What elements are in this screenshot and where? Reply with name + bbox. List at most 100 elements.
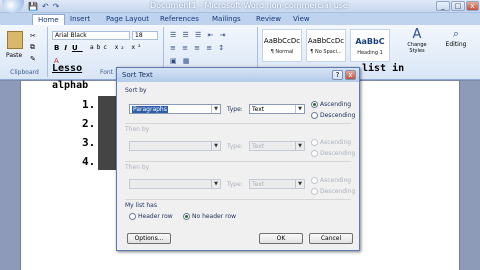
then-by-ascending-radio-2[interactable] [311, 177, 318, 184]
chevron-down-icon: ▼ [211, 142, 220, 150]
sort-by-label: Sort by [125, 87, 147, 94]
then-by-select-1[interactable]: ▼ [129, 141, 221, 151]
style-heading-1[interactable]: AaBbC Heading 1 [350, 29, 390, 62]
style-normal-preview: AaBbCcDc [263, 37, 301, 45]
divider [125, 161, 351, 162]
font-name-box[interactable]: Arial Black [52, 31, 130, 40]
strikethrough-icon[interactable]: abc x₂ x² [90, 44, 144, 51]
title-bar: 💾↶↷ Document1 - Microsoft Word non-comme… [0, 0, 480, 13]
tab-references[interactable]: References [160, 15, 199, 23]
tab-home[interactable]: Home [32, 14, 65, 25]
help-icon[interactable]: ? [332, 70, 343, 80]
change-styles-icon: A [412, 27, 422, 42]
descending-label: Descending [320, 112, 356, 119]
document-heading-line1: Lesso [52, 63, 83, 74]
divider [125, 199, 351, 200]
then-by-type-value-2: Text [252, 181, 265, 188]
then-by-type-value-1: Text [252, 143, 265, 150]
my-list-has-label: My list has [125, 202, 157, 209]
list-number-1: 1. [82, 98, 96, 111]
align-icons[interactable]: ≡ ≡ ≡ ≡ ↕ [170, 44, 226, 52]
editing-button[interactable]: ⌕ Editing [436, 27, 476, 77]
then-by-ascending-label-2: Ascending [320, 177, 352, 184]
then-by-descending-radio-1[interactable] [311, 150, 318, 157]
ascending-radio[interactable] [311, 101, 318, 108]
then-by-label-1: Then by [125, 126, 150, 133]
dialog-close-button[interactable]: x [345, 70, 356, 80]
copy-icon[interactable]: ⧉ [30, 43, 35, 52]
ribbon-tabs: Home Insert Page Layout References Maili… [0, 13, 480, 25]
chevron-down-icon: ▼ [295, 105, 304, 113]
then-by-type-label-2: Type: [227, 181, 243, 188]
tab-page-layout[interactable]: Page Layout [106, 15, 149, 23]
close-window-button[interactable]: x [466, 1, 479, 11]
then-by-ascending-radio-1[interactable] [311, 139, 318, 146]
style-no-spacing-label: ¶ No Spaci... [310, 49, 342, 55]
header-row-radio[interactable] [129, 213, 136, 220]
then-by-select-2[interactable]: ▼ [129, 179, 221, 189]
list-number-2: 2. [82, 117, 96, 130]
no-header-row-label: No header row [192, 213, 237, 220]
sort-text-dialog: Sort Text ? x Sort by Paragraphs ▼ Type:… [116, 67, 360, 251]
style-normal-label: ¶ Normal [270, 49, 294, 55]
then-by-type-select-2[interactable]: Text ▼ [249, 179, 305, 189]
clipboard-group-label: Clipboard [10, 69, 39, 76]
change-styles-label: Change Styles [407, 42, 427, 54]
font-size-box[interactable]: 18 [132, 31, 158, 40]
cut-icon[interactable]: ✂ [30, 32, 36, 40]
dialog-title: Sort Text [122, 71, 153, 79]
then-by-label-2: Then by [125, 164, 150, 171]
header-row-label: Header row [138, 213, 173, 220]
then-by-ascending-label-1: Ascending [320, 139, 352, 146]
sort-by-value: Paragraphs [132, 106, 168, 113]
style-normal[interactable]: AaBbCcDc ¶ Normal [262, 29, 302, 62]
then-by-type-select-1[interactable]: Text ▼ [249, 141, 305, 151]
clipboard-group: Paste ✂ ⧉ ✎ Clipboard [2, 27, 48, 77]
window-title: Document1 - Microsoft Word non-commercia… [150, 1, 348, 10]
quick-access-toolbar[interactable]: 💾↶↷ [28, 2, 63, 11]
tab-view[interactable]: View [293, 15, 310, 23]
style-no-spacing-preview: AaBbCcDc [307, 37, 345, 45]
document-heading-line2: alphab [52, 80, 89, 91]
list-number-3: 3. [82, 136, 96, 149]
maximize-button[interactable]: □ [451, 1, 465, 11]
format-painter-icon[interactable]: ✎ [30, 55, 36, 63]
sort-by-type-select[interactable]: Text ▼ [249, 104, 305, 114]
tab-insert[interactable]: Insert [70, 15, 90, 23]
editing-label: Editing [445, 41, 467, 48]
office-button[interactable] [2, 0, 24, 13]
then-by-descending-label-2: Descending [320, 188, 356, 195]
list-number-4: 4. [82, 155, 96, 168]
style-no-spacing[interactable]: AaBbCcDc ¶ No Spaci... [306, 29, 346, 62]
style-heading-preview: AaBbC [355, 37, 385, 46]
binoculars-icon: ⌕ [452, 27, 460, 40]
bullets-icon[interactable]: ☰ ☰ ☰ ⇤ ⇥ [170, 31, 227, 39]
dialog-title-bar[interactable]: Sort Text ? x [117, 68, 359, 82]
ascending-label: Ascending [320, 101, 352, 108]
tab-mailings[interactable]: Mailings [212, 15, 241, 23]
document-heading-line1-tail: list in [362, 63, 405, 74]
shading-icon[interactable]: ▣ ▦ [170, 57, 191, 65]
sort-by-select[interactable]: Paragraphs ▼ [129, 104, 221, 114]
sort-by-type-value: Text [252, 106, 265, 113]
then-by-descending-radio-2[interactable] [311, 188, 318, 195]
options-button[interactable]: Options... [127, 233, 171, 244]
paste-button[interactable]: Paste [6, 52, 22, 59]
then-by-type-label-1: Type: [227, 143, 243, 150]
tab-review[interactable]: Review [256, 15, 281, 23]
minimize-button[interactable]: _ [436, 1, 450, 11]
bold-italic-underline-icons[interactable]: BIU [54, 44, 83, 52]
style-heading-label: Heading 1 [357, 50, 383, 56]
descending-radio[interactable] [311, 112, 318, 119]
chevron-down-icon: ▼ [295, 180, 304, 188]
change-styles-button[interactable]: A Change Styles [402, 27, 432, 77]
selected-text-highlight [98, 96, 118, 170]
paste-icon[interactable] [7, 31, 23, 49]
divider [125, 123, 351, 124]
cancel-button[interactable]: Cancel [309, 233, 353, 244]
chevron-down-icon: ▼ [211, 180, 220, 188]
no-header-row-radio[interactable] [183, 213, 190, 220]
ok-button[interactable]: OK [259, 233, 303, 244]
chevron-down-icon: ▼ [295, 142, 304, 150]
then-by-descending-label-1: Descending [320, 150, 356, 157]
